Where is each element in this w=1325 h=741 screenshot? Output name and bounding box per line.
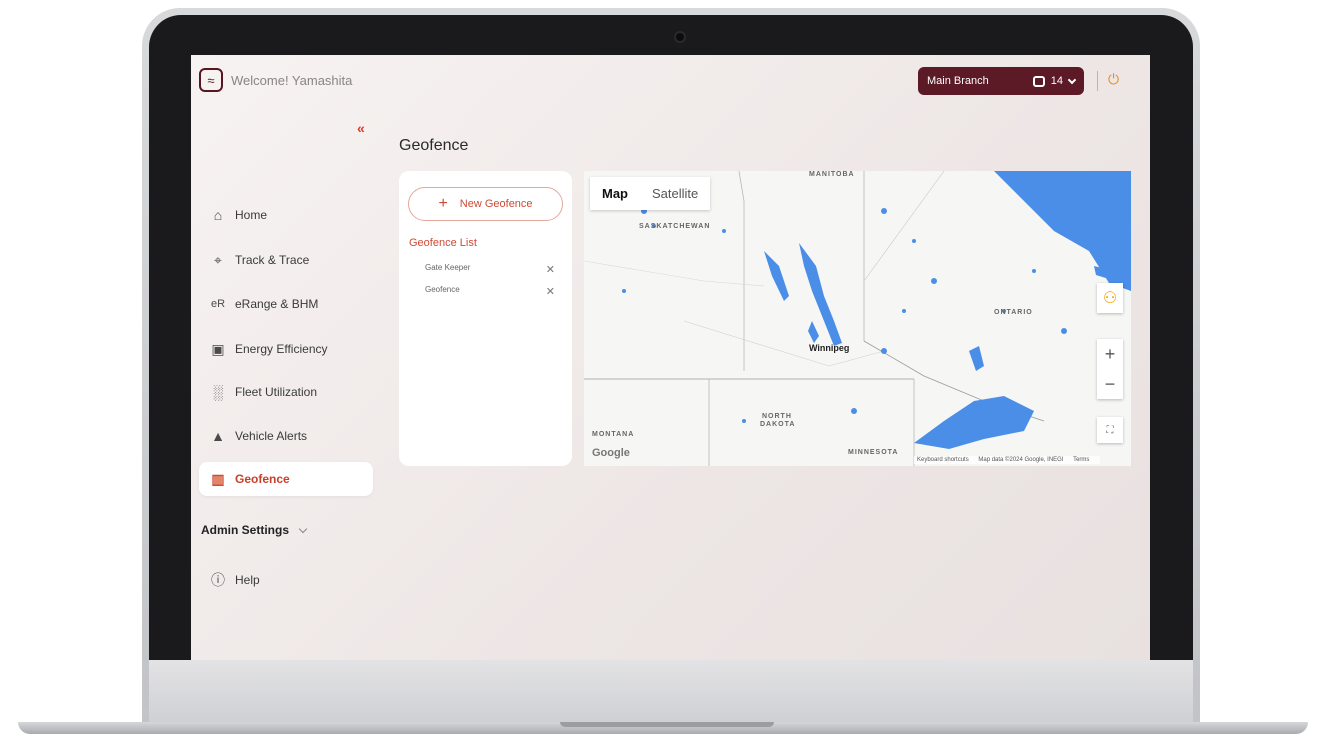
map-view[interactable]: Map Satellite MANITOBA SASKATCHEWAN ONTA… [584, 171, 1131, 466]
sidebar-item-home[interactable]: ⌂ Home [199, 198, 373, 232]
geofence-panel: + New Geofence Geofence List Gate Keeper… [399, 171, 572, 466]
map-label-ontario: ONTARIO [994, 309, 1033, 316]
crosshair-icon: ⌖ [214, 251, 222, 268]
sidebar-item-geofence[interactable]: ▥ Geofence [199, 462, 373, 496]
fullscreen-icon[interactable]: ⛶ [1097, 417, 1123, 443]
sidebar-item-erange[interactable]: eR eRange & BHM [199, 287, 373, 321]
fuel-pump-icon: ▣ [211, 340, 225, 357]
sidebar-item-label: Vehicle Alerts [235, 429, 308, 443]
admin-settings-label: Admin Settings [201, 523, 290, 537]
sidebar-item-label: Help [235, 573, 260, 587]
map-data-text: Map data ©2024 Google, INEGI [978, 457, 1064, 463]
geofence-list-title: Geofence List [409, 237, 477, 249]
chevron-down-icon [299, 524, 308, 534]
list-item[interactable]: Geofence ✕ [425, 285, 555, 298]
sidebar-item-track-trace[interactable]: ⌖ Track & Trace [199, 243, 373, 277]
new-geofence-button[interactable]: + New Geofence [408, 187, 563, 221]
close-icon[interactable]: ✕ [546, 285, 555, 298]
top-bar: ≈ Welcome! Yamashita Main Branch 14 ⏻ [191, 55, 1150, 110]
map-attribution: Keyboard shortcuts Map data ©2024 Google… [914, 456, 1101, 464]
laptop-notch [560, 722, 774, 727]
home-icon: ⌂ [213, 207, 223, 223]
sidebar-item-label: eRange & BHM [235, 297, 319, 311]
map-city-winnipeg: Winnipeg [809, 343, 850, 353]
erange-icon: eR [210, 298, 226, 310]
welcome-text: Welcome! Yamashita [231, 73, 353, 88]
map-label-dakota: DAKOTA [760, 421, 796, 428]
sidebar-item-vehicle-alerts[interactable]: ▲ Vehicle Alerts [199, 419, 373, 453]
page-title: Geofence [399, 137, 469, 154]
google-logo: Google [592, 447, 630, 459]
geofence-name: Gate Keeper [425, 263, 471, 272]
map-label-montana: MONTANA [592, 431, 635, 438]
app-screen: ≈ Welcome! Yamashita Main Branch 14 ⏻ « … [191, 55, 1150, 660]
geofence-name: Geofence [425, 285, 460, 294]
tab-satellite[interactable]: Satellite [640, 177, 710, 210]
map-icon: ▥ [211, 470, 225, 487]
header-divider [1097, 71, 1098, 91]
zoom-in-button[interactable]: + [1097, 339, 1123, 369]
map-label-saskatchewan: SASKATCHEWAN [639, 223, 711, 230]
sidebar-item-label: Fleet Utilization [235, 385, 318, 399]
map-label-manitoba: MANITOBA [809, 171, 855, 178]
branch-name: Main Branch [927, 75, 989, 87]
camera-icon [676, 33, 684, 41]
bar-chart-icon: ░ [213, 384, 223, 400]
bell-icon: ▲ [211, 428, 225, 444]
map-canvas [584, 171, 1131, 466]
admin-settings-toggle[interactable]: Admin Settings [199, 523, 308, 537]
branch-selector[interactable]: Main Branch 14 [918, 67, 1084, 95]
new-geofence-label: New Geofence [459, 198, 533, 210]
vehicle-count: 14 [1050, 75, 1063, 87]
sidebar-item-label: Geofence [235, 472, 290, 486]
sidebar: « ⌂ Home ⌖ Track & Trace eR eRange & BHM… [191, 110, 381, 660]
plus-icon: + [438, 195, 448, 212]
map-type-tabs: Map Satellite [590, 177, 711, 210]
sidebar-item-label: Energy Efficiency [235, 342, 328, 356]
tab-map[interactable]: Map [590, 177, 640, 210]
power-icon[interactable]: ⏻ [1108, 71, 1119, 88]
close-icon[interactable]: ✕ [546, 263, 555, 276]
keyboard-shortcuts-link[interactable]: Keyboard shortcuts [917, 457, 969, 463]
sidebar-item-energy-efficiency[interactable]: ▣ Energy Efficiency [199, 332, 373, 366]
laptop-mockup: ≈ Welcome! Yamashita Main Branch 14 ⏻ « … [0, 0, 1325, 741]
map-label-minnesota: MINNESOTA [848, 449, 899, 456]
info-icon: ⓘ [211, 572, 225, 588]
chevron-down-icon [1067, 75, 1077, 84]
sidebar-item-label: Track & Trace [235, 253, 310, 267]
collapse-sidebar-icon[interactable]: « [357, 120, 365, 136]
wifi-logo-icon[interactable]: ≈ [199, 68, 223, 92]
zoom-out-button[interactable]: − [1097, 369, 1123, 399]
zoom-controls: + − [1097, 339, 1123, 399]
pegman-icon[interactable]: ⚇ [1097, 283, 1123, 313]
bus-icon [1032, 75, 1045, 87]
terms-link[interactable]: Terms [1073, 457, 1089, 463]
laptop-chin [149, 660, 1193, 722]
sidebar-item-fleet-utilization[interactable]: ░ Fleet Utilization [199, 375, 373, 409]
map-label-north: NORTH [762, 413, 792, 420]
sidebar-item-label: Home [235, 208, 268, 222]
list-item[interactable]: Gate Keeper ✕ [425, 263, 555, 276]
sidebar-item-help[interactable]: ⓘ Help [199, 563, 373, 597]
